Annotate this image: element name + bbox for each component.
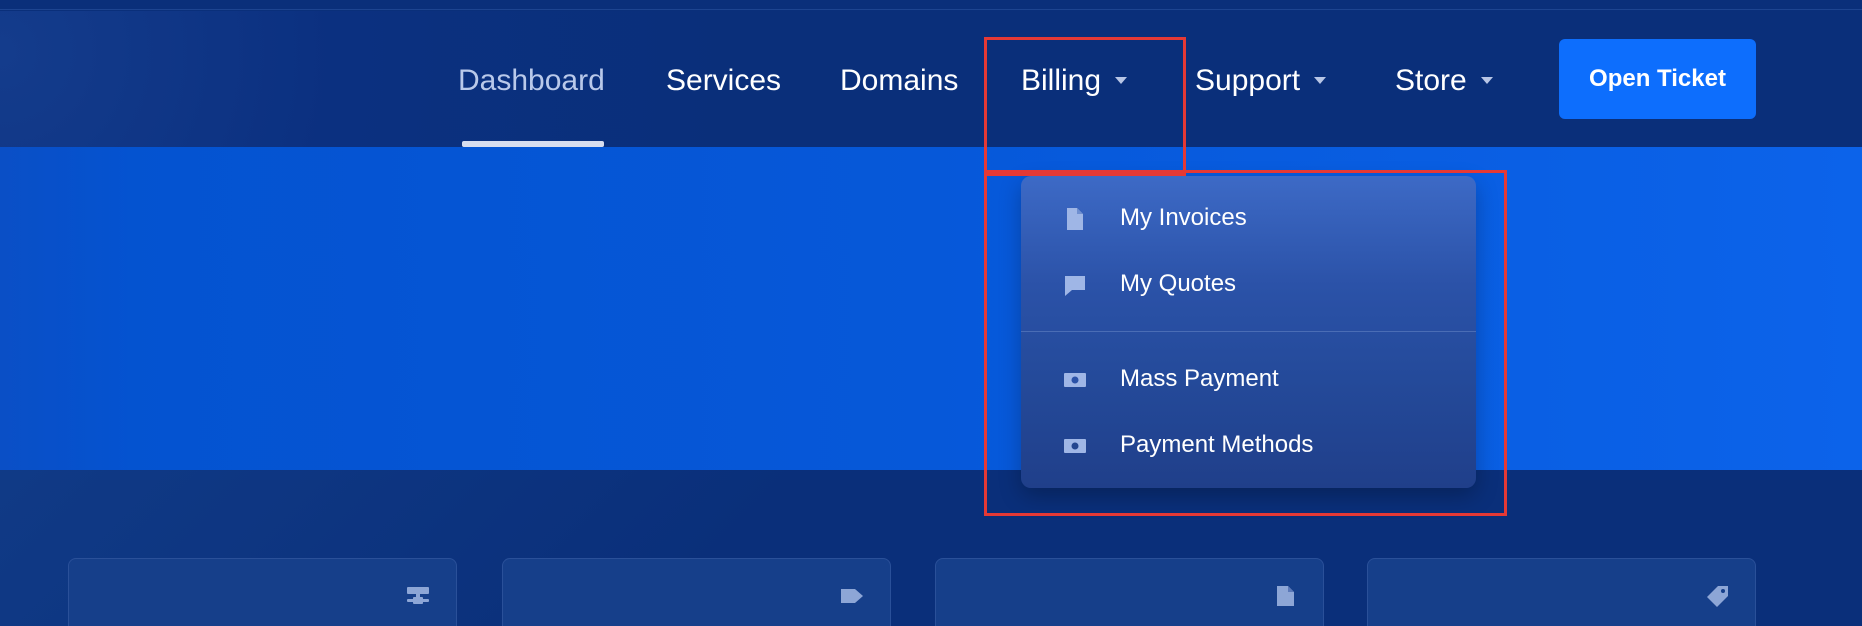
nav-store[interactable]: Store [1395,61,1493,101]
caret-down-icon [1115,76,1128,84]
menu-item-payment-methods[interactable]: Payment Methods [1021,415,1476,475]
menu-item-label: My Invoices [1120,204,1247,231]
stat-card-services[interactable] [68,558,457,626]
file-icon [1277,586,1294,606]
caret-down-icon [1480,76,1493,84]
nav-support[interactable]: Support [1195,61,1327,101]
stat-card-invoices[interactable] [935,558,1324,626]
money-bill-icon [1064,439,1086,453]
header: Dashboard Services Domains Billing Suppo… [0,11,1862,147]
caret-down-icon [1314,76,1327,84]
nav-services[interactable]: Services [666,61,781,101]
nav-domains[interactable]: Domains [840,61,958,101]
menu-item-my-quotes[interactable]: My Quotes [1021,254,1476,314]
menu-item-label: Payment Methods [1120,431,1314,458]
menu-item-my-invoices[interactable]: My Invoices [1021,188,1476,248]
menu-divider [1021,331,1476,332]
hero-banner [0,147,1862,470]
tag-icon [841,589,863,603]
menu-item-label: My Quotes [1120,270,1237,297]
open-ticket-button[interactable]: Open Ticket [1559,39,1756,119]
nav-dashboard[interactable]: Dashboard [458,61,605,101]
tag-diagonal-icon [1707,586,1728,607]
billing-dropdown-menu: My Invoices My Quotes Mass Payment Payme… [1021,176,1476,488]
nav-support-label: Support [1195,64,1301,97]
comment-icon [1065,276,1085,296]
menu-item-label: Mass Payment [1120,365,1279,392]
main-nav: Dashboard Services Domains Billing Suppo… [0,11,1862,147]
file-icon [1067,208,1083,230]
server-icon [407,587,429,604]
stat-card-domains[interactable] [502,558,891,626]
nav-billing-label: Billing [1021,64,1102,97]
money-bill-icon [1064,373,1086,387]
stat-card-tickets[interactable] [1367,558,1756,626]
menu-item-mass-payment[interactable]: Mass Payment [1021,349,1476,409]
nav-store-label: Store [1395,64,1467,97]
top-strip [0,0,1862,10]
nav-billing[interactable]: Billing [1021,61,1128,101]
